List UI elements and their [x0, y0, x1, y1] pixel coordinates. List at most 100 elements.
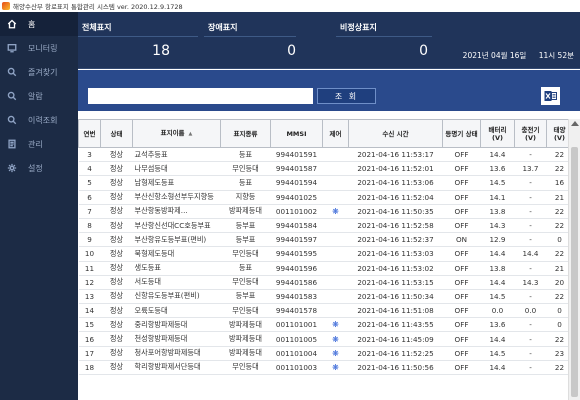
sidebar-item-settings[interactable]: 설정 [0, 156, 78, 180]
cell-lamp-status: OFF [442, 261, 481, 276]
table-row[interactable]: 8 정상 부산항신선대CC호등부표 등부표 994401584 2021-04-16 11… [78, 218, 568, 234]
table-row[interactable]: 17 정상 청사포어항방파제등대 방파제등대 001101004 ❋ 2021-04-16 … [78, 346, 568, 361]
cell-lamp-status: OFF [442, 289, 481, 305]
control-star-icon[interactable]: ❋ [332, 207, 339, 216]
cell-received-time: 2021-04-16 11:50:34 [348, 289, 443, 305]
table-row[interactable]: 12 정상 서도등대 무인등대 994401586 2021-04-16 11:53:15… [78, 275, 568, 290]
cell-status: 정상 [100, 161, 133, 177]
control-star-icon[interactable]: ❋ [332, 349, 339, 358]
column-header[interactable]: 표지종류 [220, 119, 271, 148]
column-header[interactable]: 태양 (V) [546, 119, 568, 148]
cell-mmsi: 994401584 [270, 218, 323, 234]
column-header[interactable]: 충전기 (V) [514, 119, 547, 148]
sidebar-item-monitoring[interactable]: 모니터링 [0, 36, 78, 60]
cell-charger: 13.7 [514, 161, 547, 177]
cell-solar: 22 [546, 331, 568, 347]
cell-beacon-type: 등표 [220, 261, 271, 276]
cell-received-time: 2021-04-16 11:50:35 [348, 204, 443, 219]
abnormal-beacons-value: 0 [419, 43, 428, 59]
column-header[interactable]: 상태 [100, 119, 133, 148]
table-row[interactable]: 5 정상 남형제도등표 등표 994401594 2021-04-16 11:53:06 O… [78, 175, 568, 191]
table-row[interactable]: 14 정상 오륙도등대 무인등대 994401578 2021-04-16 11:51:0… [78, 303, 568, 319]
cell-beacon-name: 생도등표 [132, 261, 221, 276]
table-row[interactable]: 11 정상 생도등표 등표 994401596 2021-04-16 11:53:02 OF… [78, 261, 568, 276]
vertical-scrollbar[interactable] [568, 119, 580, 400]
control-star-icon[interactable]: ❋ [332, 320, 339, 329]
cell-index: 15 [78, 317, 101, 333]
column-header[interactable]: 수신 시간 [348, 119, 443, 148]
cell-lamp-status: OFF [442, 303, 481, 319]
cell-received-time: 2021-04-16 11:52:58 [348, 218, 443, 234]
column-header[interactable]: 등명기 상태 [442, 119, 481, 148]
cell-status: 정상 [100, 246, 133, 262]
beacon-table: 연번 상태 표지이름 ▲ 표지종류 MMSI 제어 수신 시간 등명기 상태 배터… [78, 119, 568, 376]
column-header[interactable]: 배터리 (V) [480, 119, 515, 148]
cell-mmsi: 001101004 [270, 346, 323, 361]
cell-battery: 14.4 [480, 360, 515, 376]
cell-beacon-name: 부산항동방파제... [132, 204, 221, 219]
sidebar-item-management[interactable]: 관리 [0, 132, 78, 156]
cell-status: 정상 [100, 218, 133, 234]
cell-charger: 14.4 [514, 246, 547, 262]
cell-index: 5 [78, 175, 101, 191]
cell-status: 정상 [100, 232, 133, 248]
cell-charger: - [514, 175, 547, 191]
sidebar-item-home[interactable]: 홈 [0, 12, 78, 36]
cell-solar: 16 [546, 175, 568, 191]
cell-index: 14 [78, 303, 101, 319]
sidebar-item-history[interactable]: 이력조회 [0, 108, 78, 132]
table-row[interactable]: 6 정상 부산신항소형선부두지향등 지향등 994401025 2021-04-16 11… [78, 190, 568, 205]
cell-beacon-type: 방파제등대 [220, 346, 271, 361]
current-date: 2021년 04월 16일 [462, 51, 527, 60]
cell-index: 17 [78, 346, 101, 361]
cell-solar: 22 [546, 204, 568, 219]
table-row[interactable]: 9 정상 부산항유도등부표(편비) 등부표 994401597 2021-04-16 11… [78, 232, 568, 248]
cell-charger: - [514, 360, 547, 376]
sidebar-item-label: 알람 [28, 91, 43, 101]
cell-mmsi: 994401594 [270, 175, 323, 191]
gear-icon [6, 162, 18, 174]
column-header[interactable]: 연번 [78, 119, 101, 148]
cell-index: 3 [78, 147, 101, 163]
table-row[interactable]: 16 정상 천성항방파제등대 방파제등대 001101005 ❋ 2021-04-16 11… [78, 331, 568, 347]
cell-lamp-status: OFF [442, 246, 481, 262]
table-row[interactable]: 18 정상 학리항방파제서단등대 무인등대 001101003 ❋ 2021-04-16 1… [78, 360, 568, 376]
cell-beacon-name: 청사포어항방파제등대 [132, 346, 221, 361]
scroll-up-arrow-icon[interactable] [571, 121, 579, 126]
table-row[interactable]: 10 정상 북형제도등대 무인등대 994401595 2021-04-16 11:53:… [78, 246, 568, 262]
scroll-thumb[interactable] [571, 147, 578, 397]
cell-mmsi: 994401595 [270, 246, 323, 262]
cell-solar: 22 [546, 246, 568, 262]
column-header[interactable]: MMSI [270, 119, 323, 148]
cell-status: 정상 [100, 289, 133, 305]
cell-solar: 22 [546, 218, 568, 234]
cell-battery: 14.4 [480, 275, 515, 290]
cell-mmsi: 994401025 [270, 190, 323, 205]
cell-control: ❋ [322, 317, 349, 333]
divider [78, 36, 198, 37]
table-row[interactable]: 3 정상 교석추등표 등표 994401591 2021-04-16 11:53:17 OF… [78, 147, 568, 163]
control-star-icon[interactable]: ❋ [332, 363, 339, 372]
cell-index: 12 [78, 275, 101, 290]
search-input[interactable] [88, 88, 313, 104]
search-button[interactable]: 조 회 [317, 88, 376, 104]
sidebar-item-label: 관리 [28, 139, 43, 149]
table-row[interactable]: 4 정상 나무섬등대 무인등대 994401587 2021-04-16 11:52:01… [78, 161, 568, 177]
cell-received-time: 2021-04-16 11:53:06 [348, 175, 443, 191]
search-icon [6, 90, 18, 102]
control-star-icon[interactable]: ❋ [332, 335, 339, 344]
sidebar-item-favorites[interactable]: 즐겨찾기 [0, 60, 78, 84]
table-row[interactable]: 15 정상 중리항방파제등대 방파제등대 001101001 ❋ 2021-04-16 11… [78, 317, 568, 333]
excel-export-button[interactable] [541, 87, 560, 105]
cell-charger: 14.3 [514, 275, 547, 290]
table-row[interactable]: 7 정상 부산항동방파제... 방파제등대 001101002 ❋ 2021-04-16 1… [78, 204, 568, 219]
cell-mmsi: 001101002 [270, 204, 323, 219]
sidebar-item-alarm[interactable]: 알람 [0, 84, 78, 108]
cell-battery: 14.4 [480, 246, 515, 262]
column-header[interactable]: 제어 [322, 119, 349, 148]
table-row[interactable]: 13 정상 신항유도등부표(편비) 등부표 994401583 2021-04-16 11… [78, 289, 568, 305]
cell-lamp-status: OFF [442, 161, 481, 177]
cell-battery: 14.1 [480, 190, 515, 205]
column-header-sorted[interactable]: 표지이름 ▲ [132, 119, 221, 148]
cell-lamp-status: OFF [442, 204, 481, 219]
